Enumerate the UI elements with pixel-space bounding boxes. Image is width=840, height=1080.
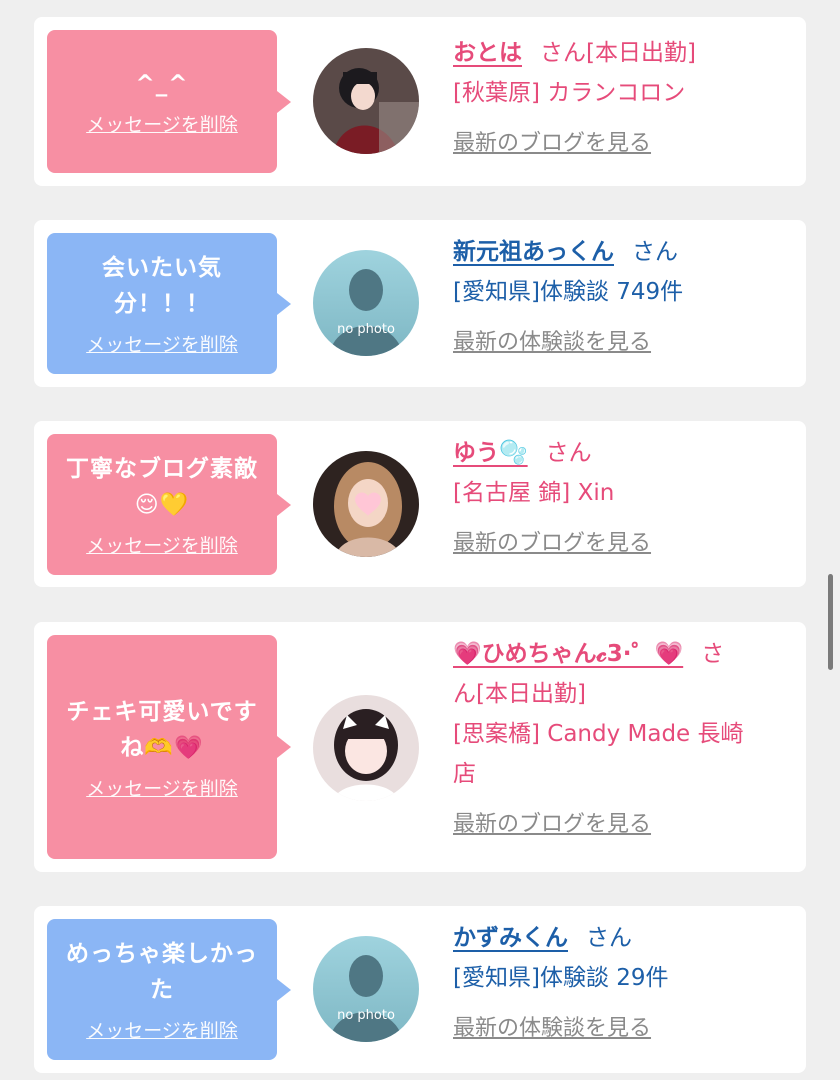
latest-review-link[interactable]: 最新の体験談を見る — [453, 1010, 651, 1042]
message-text: めっちゃ楽しかった — [66, 941, 258, 1003]
honorific: さ — [701, 641, 725, 667]
latest-blog-link[interactable]: 最新のブログを見る — [453, 806, 651, 838]
review-info: [愛知県]体験談 749件 — [453, 279, 684, 305]
scrollbar[interactable] — [828, 574, 833, 670]
profile-info: ゆう🫧 さん [名古屋 錦] Xin 最新のブログを見る — [453, 433, 792, 557]
honorific: さん — [632, 239, 678, 265]
delete-message-link[interactable]: メッセージを削除 — [86, 531, 238, 558]
message-card: 丁寧なブログ素敵😌💛 メッセージを削除 ゆう🫧 さん [名古屋 錦] Xin 最新… — [34, 421, 806, 587]
profile-info: 💗ひめちゃん𝓬3·゜💗 さ ん[本日出勤] [思案橋] Candy Made 長崎… — [453, 634, 792, 838]
latest-blog-link[interactable]: 最新のブログを見る — [453, 525, 651, 557]
avatar[interactable] — [313, 695, 419, 801]
latest-blog-link[interactable]: 最新のブログを見る — [453, 125, 651, 157]
avatar[interactable] — [313, 48, 419, 154]
message-bubble: 丁寧なブログ素敵😌💛 メッセージを削除 — [47, 434, 291, 575]
avatar[interactable]: no photo — [313, 250, 419, 356]
message-bubble: ^_^ メッセージを削除 — [47, 30, 291, 173]
delete-message-link[interactable]: メッセージを削除 — [86, 774, 238, 801]
shop-info: [思案橋] Candy Made 長崎 — [453, 721, 744, 747]
shop-info: [名古屋 錦] Xin — [453, 480, 615, 506]
message-card: チェキ可愛いですね🫶💗 メッセージを削除 💗ひめちゃん𝓬3·゜💗 さ ん[本日出勤… — [34, 622, 806, 872]
no-photo-label: no photo — [337, 1008, 395, 1023]
profile-info: おとは さん[本日出勤] [秋葉原] カランコロン 最新のブログを見る — [453, 33, 792, 157]
status-text: [本日出勤] — [586, 40, 696, 66]
delete-message-link[interactable]: メッセージを削除 — [86, 110, 238, 137]
message-text: ^_^ — [135, 71, 189, 97]
avatar[interactable] — [313, 451, 419, 557]
profile-name-link[interactable]: かずみくん — [453, 925, 568, 951]
message-bubble: チェキ可愛いですね🫶💗 メッセージを削除 — [47, 635, 291, 859]
profile-info: 新元祖あっくん さん [愛知県]体験談 749件 最新の体験談を見る — [453, 232, 792, 356]
honorific: さん — [586, 925, 632, 951]
shop-info: [秋葉原] カランコロン — [453, 80, 686, 106]
profile-info: かずみくん さん [愛知県]体験談 29件 最新の体験談を見る — [453, 918, 792, 1042]
honorific: さん — [540, 40, 586, 66]
message-text: 丁寧なブログ素敵😌💛 — [66, 456, 258, 518]
message-card: ^_^ メッセージを削除 おとは さん[本日出勤] [秋葉原] カランコロン 最新… — [34, 17, 806, 186]
message-text: 会いたい気分！！！ — [102, 255, 222, 317]
message-bubble: めっちゃ楽しかった メッセージを削除 — [47, 919, 291, 1060]
status-text: ん[本日出勤] — [453, 681, 586, 707]
shop-info-cont: 店 — [453, 761, 476, 787]
message-bubble: 会いたい気分！！！ メッセージを削除 — [47, 233, 291, 374]
no-photo-label: no photo — [337, 322, 395, 337]
message-card: 会いたい気分！！！ メッセージを削除 no photo 新元祖あっくん さん [愛… — [34, 220, 806, 387]
review-info: [愛知県]体験談 29件 — [453, 965, 669, 991]
honorific: さん — [545, 440, 592, 466]
delete-message-link[interactable]: メッセージを削除 — [86, 330, 238, 357]
profile-name-link[interactable]: 💗ひめちゃん𝓬3·゜💗 — [453, 641, 683, 667]
avatar[interactable]: no photo — [313, 936, 419, 1042]
latest-review-link[interactable]: 最新の体験談を見る — [453, 324, 651, 356]
delete-message-link[interactable]: メッセージを削除 — [86, 1016, 238, 1043]
message-text: チェキ可愛いですね🫶💗 — [66, 698, 258, 761]
profile-name-link[interactable]: 新元祖あっくん — [453, 239, 614, 265]
profile-name-link[interactable]: おとは — [453, 40, 522, 66]
profile-name-link[interactable]: ゆう🫧 — [453, 440, 528, 466]
message-card: めっちゃ楽しかった メッセージを削除 no photo かずみくん さん [愛知県… — [34, 906, 806, 1073]
